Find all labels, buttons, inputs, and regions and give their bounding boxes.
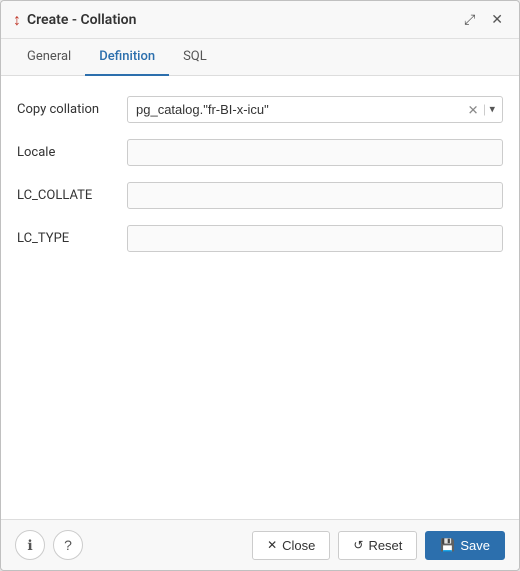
lc-type-row: LC_TYPE — [17, 225, 503, 252]
close-button[interactable]: ✕ Close — [252, 531, 330, 560]
reset-label: Reset — [368, 538, 402, 553]
copy-collation-input[interactable] — [127, 96, 503, 123]
reset-icon: ↺ — [353, 538, 363, 552]
reset-button[interactable]: ↺ Reset — [338, 531, 417, 560]
close-icon: ✕ — [267, 538, 277, 552]
footer-left: ℹ ? — [15, 530, 83, 560]
tab-general[interactable]: General — [13, 39, 85, 76]
footer: ℹ ? ✕ Close ↺ Reset 💾 Save — [1, 519, 519, 570]
save-button[interactable]: 💾 Save — [425, 531, 505, 560]
lc-collate-input[interactable] — [127, 182, 503, 209]
title-bar: ↕ Create - Collation ⤢ ✕ — [1, 1, 519, 39]
title-bar-left: ↕ Create - Collation — [13, 10, 136, 30]
copy-collation-wrap: ✕ ▾ — [127, 96, 503, 123]
lc-collate-wrap — [127, 182, 503, 209]
tab-sql[interactable]: SQL — [169, 39, 221, 76]
dialog-close-button[interactable]: ✕ — [487, 9, 507, 30]
collation-icon: ↕ — [13, 10, 21, 30]
copy-collation-clear-button[interactable]: ✕ — [466, 103, 481, 116]
footer-right: ✕ Close ↺ Reset 💾 Save — [252, 531, 505, 560]
lc-collate-label: LC_COLLATE — [17, 188, 127, 203]
locale-wrap — [127, 139, 503, 166]
tab-definition[interactable]: Definition — [85, 39, 169, 76]
copy-collation-actions: ✕ ▾ — [466, 103, 499, 116]
copy-collation-dropdown-button[interactable]: ▾ — [484, 104, 499, 115]
create-collation-dialog: ↕ Create - Collation ⤢ ✕ General Definit… — [0, 0, 520, 571]
lc-type-input[interactable] — [127, 225, 503, 252]
locale-input[interactable] — [127, 139, 503, 166]
locale-row: Locale — [17, 139, 503, 166]
lc-type-wrap — [127, 225, 503, 252]
form-content: Copy collation ✕ ▾ Locale LC_COLLATE — [1, 76, 519, 519]
title-bar-right: ⤢ ✕ — [460, 9, 507, 30]
lc-type-label: LC_TYPE — [17, 231, 127, 246]
expand-button[interactable]: ⤢ — [460, 9, 479, 30]
copy-collation-label: Copy collation — [17, 102, 127, 117]
close-label: Close — [282, 538, 315, 553]
help-icon: ? — [64, 537, 72, 553]
save-label: Save — [460, 538, 490, 553]
copy-collation-row: Copy collation ✕ ▾ — [17, 96, 503, 123]
dialog-title: Create - Collation — [27, 12, 136, 28]
locale-label: Locale — [17, 145, 127, 160]
info-icon: ℹ — [27, 537, 32, 554]
lc-collate-row: LC_COLLATE — [17, 182, 503, 209]
info-button[interactable]: ℹ — [15, 530, 45, 560]
tab-bar: General Definition SQL — [1, 39, 519, 76]
save-icon: 💾 — [440, 538, 455, 552]
help-button[interactable]: ? — [53, 530, 83, 560]
